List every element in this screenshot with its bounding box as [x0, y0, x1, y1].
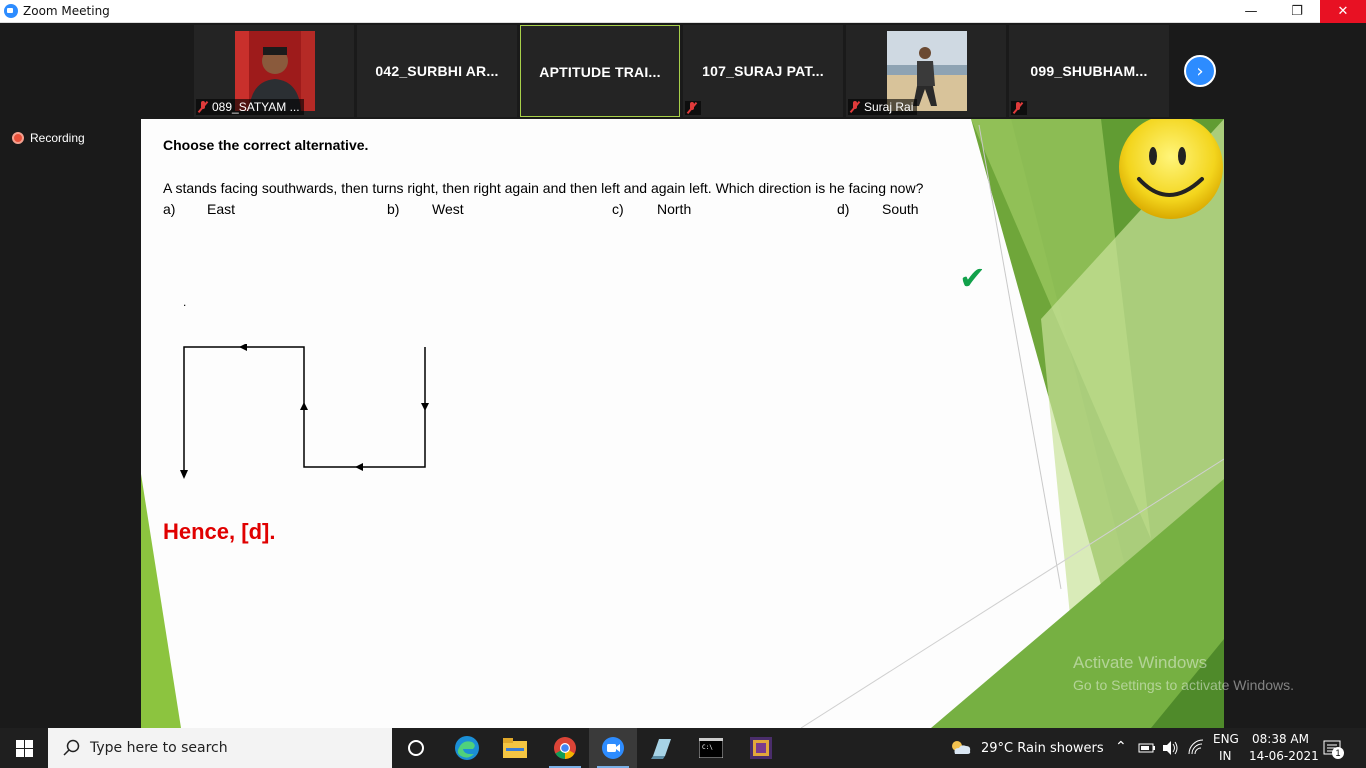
- taskbar-search-box[interactable]: Type here to search: [48, 728, 392, 768]
- participant-tile-satyam[interactable]: 089_SATYAM ...: [194, 25, 354, 117]
- show-hidden-icons-chevron-up-icon[interactable]: ⌃: [1115, 739, 1127, 755]
- activate-windows-subtitle: Go to Settings to activate Windows.: [1073, 677, 1294, 693]
- smiley-face-icon: [1119, 119, 1223, 219]
- search-icon: [63, 739, 80, 756]
- zoom-logo-icon: [4, 4, 18, 18]
- option-b: b) West: [387, 201, 464, 217]
- slide-heading: Choose the correct alternative.: [163, 137, 369, 153]
- game-app-icon[interactable]: [737, 728, 785, 768]
- participant-tile-suraj-rai[interactable]: Suraj Rai: [846, 25, 1006, 117]
- participant-label: 089_SATYAM ...: [196, 99, 304, 115]
- participant-label: Suraj Rai: [848, 99, 918, 115]
- battery-icon[interactable]: [1138, 740, 1156, 756]
- clock-date[interactable]: 14-06-2021: [1249, 749, 1319, 763]
- muted-mic-icon: [687, 102, 697, 114]
- weather-text[interactable]: 29°C Rain showers: [981, 741, 1104, 756]
- option-a: a) East: [163, 201, 236, 217]
- option-d: d) South: [837, 201, 919, 217]
- window-title: Zoom Meeting: [23, 4, 110, 18]
- participant-name: 042_SURBHI AR...: [375, 63, 499, 79]
- zoom-taskbar-icon[interactable]: [589, 728, 637, 768]
- shared-slide: Choose the correct alternative. A stands…: [141, 119, 1224, 728]
- notification-count-badge: 1: [1332, 747, 1344, 759]
- option-c: c) North: [612, 201, 692, 217]
- participant-tile-shubham[interactable]: 099_SHUBHAM...: [1009, 25, 1169, 117]
- language-bottom[interactable]: IN: [1219, 749, 1232, 763]
- start-button[interactable]: [0, 728, 48, 768]
- edge-browser-icon[interactable]: [443, 728, 491, 768]
- file-explorer-icon[interactable]: [491, 728, 539, 768]
- muted-mic-icon: [1013, 102, 1023, 114]
- checkmark-icon: ✔: [959, 259, 986, 297]
- chrome-icon[interactable]: [541, 728, 589, 768]
- restore-button[interactable]: ❐: [1274, 0, 1320, 23]
- participant-name: APTITUDE TRAI...: [539, 64, 661, 80]
- muted-mic-icon: [850, 101, 860, 113]
- task-view-icon[interactable]: [392, 728, 440, 768]
- participant-name: 107_SURAJ PAT...: [702, 63, 824, 79]
- recording-dot-icon: [12, 132, 24, 144]
- participant-name: 099_SHUBHAM...: [1030, 63, 1148, 79]
- action-center-icon[interactable]: 1: [1322, 738, 1344, 760]
- next-page-chevron-icon[interactable]: ›: [1184, 55, 1216, 87]
- svg-text:C:\: C:\: [702, 744, 713, 751]
- terminal-icon[interactable]: C:\: [687, 728, 735, 768]
- wifi-icon[interactable]: [1187, 739, 1205, 757]
- participant-tile-active-speaker[interactable]: APTITUDE TRAI...: [520, 25, 680, 117]
- close-button[interactable]: ✕: [1320, 0, 1366, 23]
- clock-time[interactable]: 08:38 AM: [1252, 732, 1309, 746]
- muted-mic-icon: [198, 101, 208, 113]
- participant-label: [1011, 101, 1027, 115]
- window-controls: — ❐ ✕: [1228, 0, 1366, 23]
- activate-windows-title: Activate Windows: [1073, 653, 1208, 672]
- minimize-button[interactable]: —: [1228, 0, 1274, 23]
- recording-label: Recording: [30, 131, 85, 145]
- volume-icon[interactable]: [1161, 739, 1179, 757]
- direction-path-diagram: [180, 344, 429, 479]
- windows-taskbar: Type here to search C:\ 29°C Rain shower…: [0, 728, 1366, 768]
- participant-strip: 089_SATYAM ... 042_SURBHI AR... APTITUDE…: [0, 23, 1366, 119]
- recording-indicator[interactable]: Recording: [12, 131, 85, 145]
- question-text: A stands facing southwards, then turns r…: [163, 180, 924, 196]
- notes-app-icon[interactable]: [637, 728, 685, 768]
- windows-logo-icon: [15, 739, 33, 757]
- participant-tile-surbhi[interactable]: 042_SURBHI AR...: [357, 25, 517, 117]
- participant-label: [685, 101, 701, 115]
- participant-tile-suraj-pat[interactable]: 107_SURAJ PAT...: [683, 25, 843, 117]
- rain-cloud-icon: [952, 741, 971, 754]
- stray-dot: .: [183, 295, 187, 309]
- answer-text: Hence, [d].: [163, 519, 276, 544]
- search-placeholder: Type here to search: [90, 740, 228, 756]
- title-bar: Zoom Meeting — ❐ ✕: [0, 0, 1366, 23]
- language-top[interactable]: ENG: [1213, 732, 1239, 746]
